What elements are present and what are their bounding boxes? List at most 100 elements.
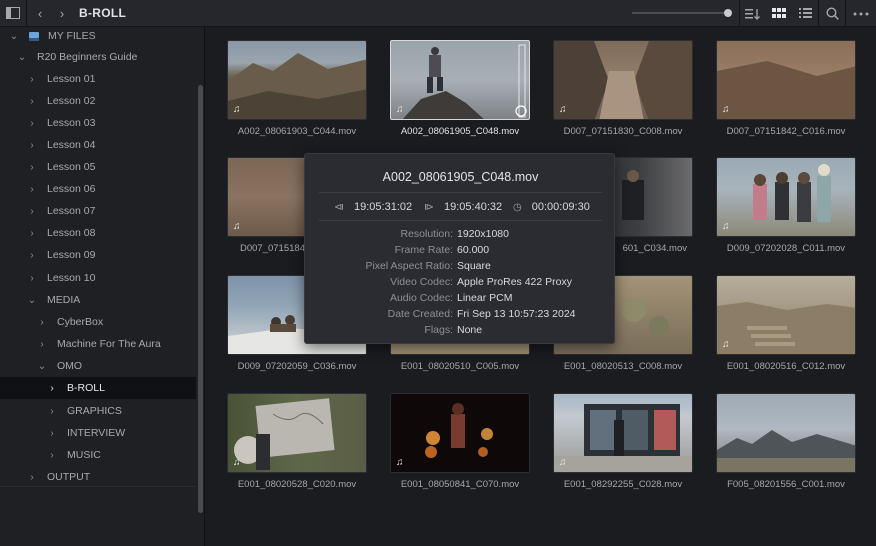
tree-item-label: MY FILES (48, 30, 96, 42)
breadcrumb-current-folder: B-ROLL (79, 6, 127, 20)
clip-thumbnail[interactable] (716, 393, 856, 473)
tree-item-lesson-01[interactable]: › Lesson 01 (0, 68, 196, 90)
tree-item-lesson-07[interactable]: › Lesson 07 (0, 200, 196, 222)
chevron-right-icon[interactable]: › (27, 140, 37, 151)
tree-item-label: CyberBox (57, 316, 104, 328)
chevron-right-icon[interactable]: › (27, 206, 37, 217)
tree-item-music[interactable]: › MUSIC (0, 444, 196, 466)
chevron-right-icon[interactable]: › (37, 339, 47, 350)
clip-thumbnail[interactable]: ♫ (390, 40, 530, 120)
clip-tile[interactable]: ♫ D007_07151830_C008.mov (553, 40, 693, 137)
tree-item-label: Lesson 08 (47, 227, 96, 239)
chevron-right-icon[interactable]: › (27, 184, 37, 195)
search-icon[interactable] (819, 0, 845, 27)
chevron-right-icon[interactable]: › (47, 406, 57, 417)
chevron-right-icon[interactable]: › (27, 118, 37, 129)
clip-tile[interactable]: ♫ E001_08020528_C020.mov (227, 393, 367, 490)
clip-thumbnail[interactable]: ♫ (227, 393, 367, 473)
forward-icon[interactable]: › (53, 0, 71, 27)
grid-view-icon[interactable] (766, 0, 792, 27)
out-point-icon: ⧐ (424, 201, 434, 213)
chevron-right-icon[interactable]: › (47, 450, 57, 461)
clip-tile[interactable]: ♫ D009_07202028_C011.mov (716, 157, 856, 254)
audio-note-icon: ♫ (233, 221, 241, 232)
clip-info-popup: A002_08061905_C048.mov ⧏ 19:05:31:02 ⧐ 1… (304, 153, 615, 344)
meta-key: Resolution: (400, 228, 453, 240)
tree-item-label: Lesson 10 (47, 272, 96, 284)
back-icon[interactable]: ‹ (27, 0, 53, 27)
clip-tile[interactable]: ♫ D007_07151842_C016.mov (716, 40, 856, 137)
sidebar-toggle-icon[interactable] (0, 0, 26, 27)
chevron-right-icon[interactable]: › (27, 96, 37, 107)
tree-item-label: Lesson 04 (47, 139, 96, 151)
chevron-down-icon[interactable]: ⌄ (37, 361, 47, 372)
clip-thumbnail[interactable]: ♫ (716, 40, 856, 120)
chevron-right-icon[interactable]: › (27, 472, 37, 483)
tree-item-lesson-06[interactable]: › Lesson 06 (0, 178, 196, 200)
clip-thumbnail[interactable]: ♫ (553, 393, 693, 473)
sidebar-scrollbar[interactable] (198, 85, 203, 513)
chevron-right-icon[interactable]: › (47, 428, 57, 439)
tree-item-interview[interactable]: › INTERVIEW (0, 422, 196, 444)
clip-tile[interactable]: ♫ A002_08061905_C048.mov (390, 40, 530, 137)
tree-item-machine-for-the-aura[interactable]: › Machine For The Aura (0, 333, 196, 355)
divider (319, 192, 602, 193)
meta-value: Square (457, 260, 491, 272)
chevron-right-icon[interactable]: › (47, 383, 57, 394)
audio-note-icon: ♫ (722, 221, 730, 232)
clip-filename: A002_08061905_C048.mov (400, 126, 520, 137)
chevron-right-icon[interactable]: › (27, 74, 37, 85)
tree-item-lesson-05[interactable]: › Lesson 05 (0, 156, 196, 178)
audio-note-icon: ♫ (559, 104, 567, 115)
chevron-right-icon[interactable]: › (27, 273, 37, 284)
meta-key: Audio Codec: (389, 292, 453, 304)
tree-item-r20-beginners-guide[interactable]: ⌄ R20 Beginners Guide (0, 46, 196, 68)
tree-item-omo[interactable]: ⌄ OMO (0, 355, 196, 377)
chevron-down-icon[interactable]: ⌄ (27, 295, 37, 306)
list-view-icon[interactable] (792, 0, 818, 27)
clip-tile[interactable]: ♫ E001_08292255_C028.mov (553, 393, 693, 490)
chevron-right-icon[interactable]: › (27, 250, 37, 261)
tree-item-label: OUTPUT (47, 471, 91, 483)
tree-item-label: Lesson 02 (47, 95, 96, 107)
chevron-right-icon[interactable]: › (37, 317, 47, 328)
thumbnail-size-slider[interactable] (632, 12, 728, 14)
clip-tile[interactable]: ♫ E001_08020516_C012.mov (716, 275, 856, 372)
tree-item-label: R20 Beginners Guide (37, 51, 138, 63)
clip-tile[interactable]: F005_08201556_C001.mov (716, 393, 856, 490)
chevron-down-icon[interactable]: ⌄ (17, 52, 27, 63)
slider-handle[interactable] (724, 9, 732, 17)
tree-item-lesson-09[interactable]: › Lesson 09 (0, 244, 196, 266)
meta-value: Fri Sep 13 10:57:23 2024 (457, 308, 576, 320)
tree-item-label: Lesson 07 (47, 205, 96, 217)
more-icon[interactable] (846, 0, 876, 27)
meta-value: Apple ProRes 422 Proxy (457, 276, 572, 288)
clip-thumbnail[interactable]: ♫ (716, 157, 856, 237)
tree-item-media[interactable]: ⌄ MEDIA (0, 289, 196, 311)
clock-icon: ◷ (513, 201, 522, 213)
tree-item-lesson-10[interactable]: › Lesson 10 (0, 267, 196, 289)
tree-item-output[interactable]: › OUTPUT (0, 466, 196, 488)
tree-item-b-roll[interactable]: › B-ROLL (0, 377, 196, 399)
clip-tile[interactable]: ♫ E001_08050841_C070.mov (390, 393, 530, 490)
tree-item-my-files[interactable]: ⌄ MY FILES (0, 25, 196, 47)
clip-tile[interactable]: ♫ A002_08061903_C044.mov (227, 40, 367, 137)
tree-item-lesson-08[interactable]: › Lesson 08 (0, 222, 196, 244)
clip-thumbnail[interactable]: ♫ (553, 40, 693, 120)
meta-value: Linear PCM (457, 292, 513, 304)
tree-item-lesson-02[interactable]: › Lesson 02 (0, 90, 196, 112)
chevron-right-icon[interactable]: › (27, 162, 37, 173)
tree-item-cyberbox[interactable]: › CyberBox (0, 311, 196, 333)
chevron-down-icon[interactable]: ⌄ (9, 31, 19, 42)
clip-thumbnail[interactable]: ♫ (390, 393, 530, 473)
drive-icon (29, 31, 39, 41)
sort-icon[interactable] (740, 0, 766, 27)
tree-item-lesson-04[interactable]: › Lesson 04 (0, 134, 196, 156)
tree-item-graphics[interactable]: › GRAPHICS (0, 400, 196, 422)
tree-item-label: Lesson 06 (47, 183, 96, 195)
clip-thumbnail[interactable]: ♫ (716, 275, 856, 355)
clip-thumbnail[interactable]: ♫ (227, 40, 367, 120)
chevron-right-icon[interactable]: › (27, 228, 37, 239)
tree-item-lesson-03[interactable]: › Lesson 03 (0, 112, 196, 134)
timecode-in: ⧏ 19:05:31:02 (334, 201, 412, 213)
